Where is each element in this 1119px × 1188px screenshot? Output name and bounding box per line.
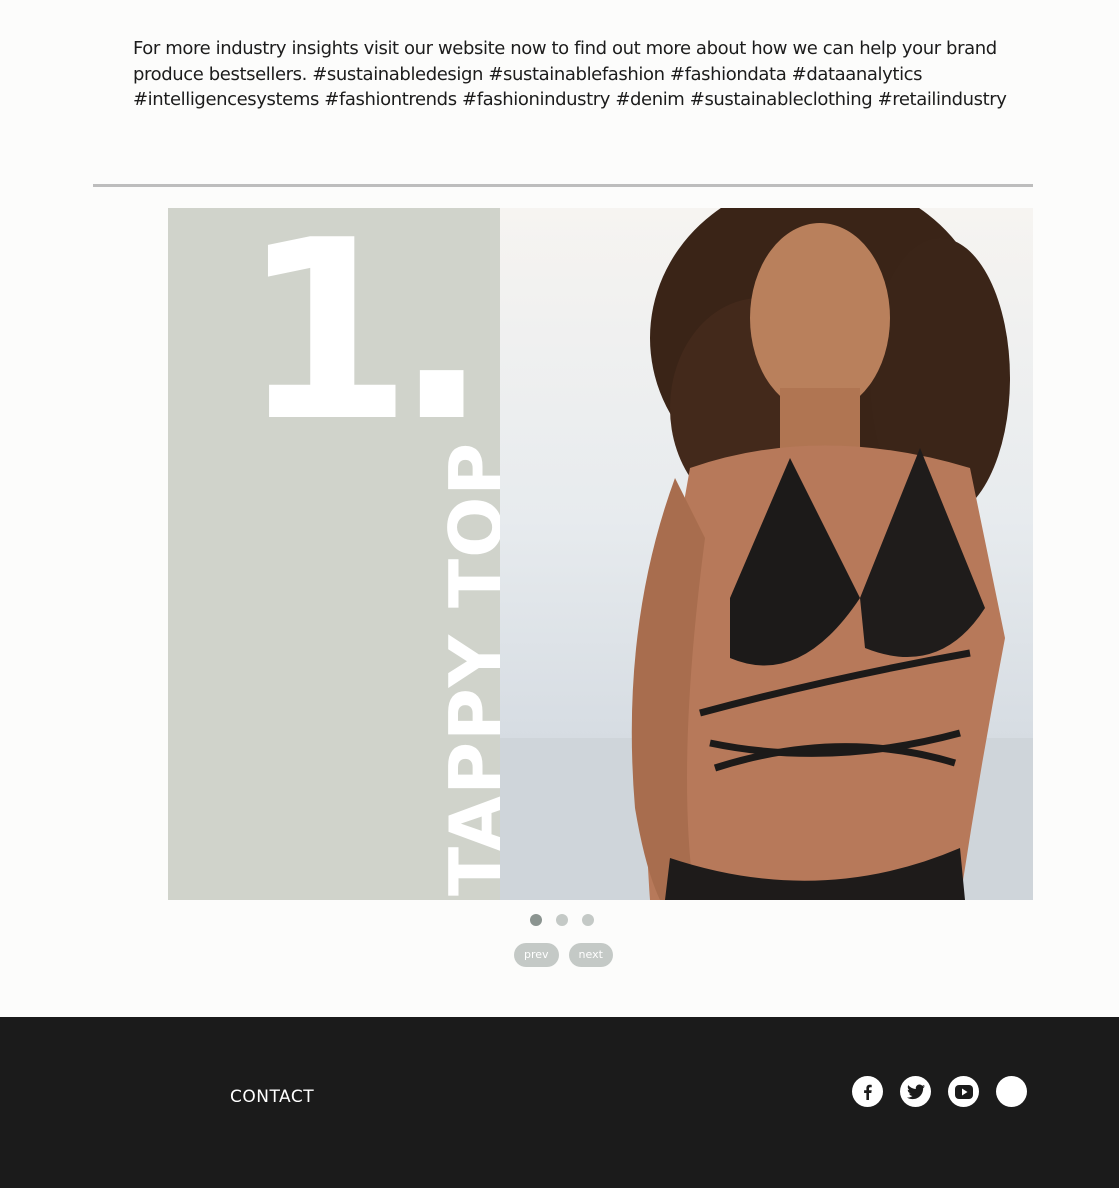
intro-text: For more industry insights visit our web… bbox=[133, 38, 1007, 111]
facebook-icon[interactable] bbox=[852, 1076, 883, 1107]
slider-dot-3[interactable] bbox=[582, 914, 594, 926]
slide-title-panel: 1. TAPPY TOP bbox=[168, 208, 500, 900]
slide-product-label: TAPPY TOP bbox=[434, 441, 500, 896]
twitter-icon[interactable] bbox=[900, 1076, 931, 1107]
social-icon[interactable] bbox=[996, 1076, 1027, 1107]
model-photo-illustration bbox=[500, 208, 1033, 900]
divider bbox=[93, 184, 1033, 187]
next-button[interactable]: next bbox=[568, 943, 613, 967]
slider-dot-1[interactable] bbox=[530, 914, 542, 926]
youtube-icon[interactable] bbox=[948, 1076, 979, 1107]
slide-number: 1. bbox=[240, 208, 489, 476]
site-footer: CONTACT bbox=[0, 1017, 1119, 1188]
prev-button[interactable]: prev bbox=[514, 943, 559, 967]
slider-dot-2[interactable] bbox=[556, 914, 568, 926]
contact-link[interactable]: CONTACT bbox=[230, 1087, 314, 1107]
slider-nav: prev next bbox=[514, 943, 613, 967]
slide-photo bbox=[500, 208, 1033, 900]
slider[interactable]: 1. TAPPY TOP bbox=[168, 208, 1033, 900]
social-links bbox=[852, 1076, 1027, 1107]
slider-pagination bbox=[530, 914, 594, 928]
